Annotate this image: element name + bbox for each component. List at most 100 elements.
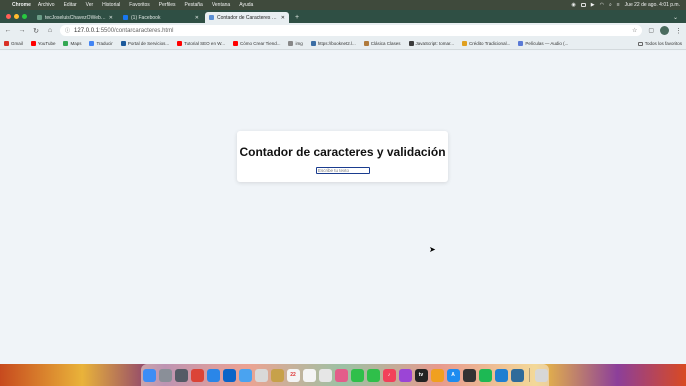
outlook-icon[interactable] bbox=[222, 368, 236, 382]
new-tab-icon[interactable]: + bbox=[295, 14, 299, 21]
freeform-icon[interactable] bbox=[318, 368, 332, 382]
photos-icon[interactable] bbox=[334, 368, 348, 382]
bookmark-traducir[interactable]: Traducir bbox=[89, 41, 113, 46]
text-input[interactable] bbox=[316, 167, 370, 174]
bookmark-label: Clásica Clases bbox=[370, 41, 401, 46]
messages-icon[interactable] bbox=[366, 368, 380, 382]
mouse-cursor-icon: ➤ bbox=[429, 245, 436, 254]
app-grid-icon[interactable] bbox=[174, 368, 188, 382]
bookmark-label: JavaScript: tomar... bbox=[415, 41, 455, 46]
apple-tv-icon[interactable]: tv bbox=[414, 368, 428, 382]
bookmark-maps[interactable]: Maps bbox=[63, 41, 81, 46]
bookmark-portal[interactable]: Portal de Servicios... bbox=[120, 41, 170, 46]
youtube-icon bbox=[232, 41, 238, 46]
all-bookmarks-label: Todos los favoritos bbox=[644, 41, 682, 46]
dock-separator bbox=[528, 368, 530, 382]
reminders-icon[interactable] bbox=[302, 368, 316, 382]
calendar-icon[interactable]: 22 bbox=[286, 368, 300, 382]
tab-search-icon[interactable]: ⌄ bbox=[673, 14, 678, 21]
bookmark-label: Gmail bbox=[11, 41, 23, 46]
bookmark-label: img bbox=[295, 41, 303, 46]
safari-icon[interactable] bbox=[206, 368, 220, 382]
tab-contador[interactable]: Contador de Caracteres y Va... ✕ bbox=[205, 12, 289, 23]
menu-ventana[interactable]: Ventana bbox=[212, 2, 230, 8]
bookmark-label: Portal de Servicios... bbox=[127, 41, 170, 46]
menu-ayuda[interactable]: Ayuda bbox=[239, 2, 253, 8]
reload-icon[interactable]: ↻ bbox=[32, 27, 40, 35]
maps-icon bbox=[63, 41, 69, 46]
menu-favoritos[interactable]: Favoritos bbox=[129, 2, 150, 8]
close-tab-icon[interactable]: ✕ bbox=[109, 15, 113, 21]
close-tab-icon[interactable]: ✕ bbox=[281, 15, 285, 21]
menu-editar[interactable]: Editar bbox=[64, 2, 77, 8]
page-title: Contador de caracteres y validación bbox=[239, 145, 446, 159]
calculator-icon[interactable] bbox=[462, 368, 476, 382]
bookmark-javascript[interactable]: JavaScript: tomar... bbox=[408, 41, 455, 46]
zoom-window-button[interactable] bbox=[22, 14, 27, 19]
menu-app-name[interactable]: Chrome bbox=[12, 2, 31, 8]
bookmark-youtube[interactable]: YouTube bbox=[30, 41, 56, 46]
system-monitor-icon[interactable] bbox=[510, 368, 524, 382]
home-icon[interactable]: ⌂ bbox=[46, 27, 54, 34]
counter-card: Contador de caracteres y validación bbox=[237, 131, 448, 182]
search-icon[interactable]: ⌕ bbox=[609, 2, 612, 8]
bookmark-img[interactable]: img bbox=[288, 41, 303, 46]
extensions-icon[interactable]: ▢ bbox=[648, 27, 654, 34]
notes-folder-icon[interactable] bbox=[254, 368, 268, 382]
address-bar[interactable]: ⓘ 127.0.0.1:5500/contarcaracteres.html ☆ bbox=[60, 25, 643, 36]
chrome-icon[interactable] bbox=[190, 368, 204, 382]
more-menu-icon[interactable]: ⋮ bbox=[675, 27, 682, 35]
app-store-icon[interactable]: A bbox=[446, 368, 460, 382]
bookmark-label: https://booknet2.l... bbox=[317, 41, 356, 46]
all-bookmarks[interactable]: Todos los favoritos bbox=[637, 41, 682, 46]
wifi-icon[interactable]: ◠ bbox=[600, 2, 604, 8]
control-center-icon[interactable]: ≡ bbox=[617, 2, 620, 8]
site-icon bbox=[408, 41, 414, 46]
menu-archivo[interactable]: Archivo bbox=[38, 2, 55, 8]
url-path: :5500/contarcaracteres.html bbox=[99, 27, 174, 34]
tab-github[interactable]: tecJoseluisChavezOWeb — D... ✕ bbox=[33, 12, 117, 23]
mail-icon[interactable] bbox=[238, 368, 252, 382]
forward-icon[interactable]: → bbox=[18, 27, 26, 34]
facetime-icon[interactable] bbox=[350, 368, 364, 382]
bookmark-star-icon[interactable]: ☆ bbox=[632, 27, 637, 34]
stickies-icon[interactable] bbox=[270, 368, 284, 382]
menu-perfiles[interactable]: Perfiles bbox=[159, 2, 176, 8]
close-tab-icon[interactable]: ✕ bbox=[195, 15, 199, 21]
youtube-icon bbox=[177, 41, 183, 46]
launchpad-icon[interactable] bbox=[158, 368, 172, 382]
screen-record-icon[interactable]: ◉ bbox=[571, 2, 575, 8]
folder-icon bbox=[637, 41, 643, 46]
bookmark-gmail[interactable]: Gmail bbox=[4, 41, 23, 46]
minimize-window-button[interactable] bbox=[14, 14, 19, 19]
bookmark-peliculas[interactable]: Películas — Audio (... bbox=[518, 41, 568, 46]
music-icon[interactable]: ♪ bbox=[382, 368, 396, 382]
bookmark-crear-tienda[interactable]: Cómo Crear Tiend... bbox=[232, 41, 280, 46]
tab-favicon-icon bbox=[209, 15, 214, 20]
play-icon[interactable]: ▶ bbox=[591, 2, 595, 8]
bookmark-credito[interactable]: Crédito Tradicional... bbox=[462, 41, 510, 46]
tab-facebook[interactable]: (1) Facebook ✕ bbox=[119, 12, 203, 23]
url-host: 127.0.0.1 bbox=[74, 27, 100, 34]
menu-historial[interactable]: Historial bbox=[102, 2, 120, 8]
image-icon bbox=[288, 41, 294, 46]
menu-ver[interactable]: Ver bbox=[86, 2, 94, 8]
podcasts-icon[interactable] bbox=[398, 368, 412, 382]
trash-icon[interactable] bbox=[534, 368, 548, 382]
menu-datetime[interactable]: Jue 22 de ago. 4:01 p.m. bbox=[625, 2, 680, 8]
bookmark-tutorial-seo[interactable]: Tutorial SEO en W... bbox=[177, 41, 225, 46]
vscode-icon[interactable] bbox=[494, 368, 508, 382]
display-icon[interactable] bbox=[580, 3, 586, 7]
spotify-icon[interactable] bbox=[478, 368, 492, 382]
profile-avatar[interactable] bbox=[660, 26, 669, 35]
menu-pestana[interactable]: Pestaña bbox=[184, 2, 202, 8]
bookmarks-bar: Gmail YouTube Maps Traducir Portal de Se… bbox=[0, 38, 686, 50]
keynote-icon[interactable] bbox=[430, 368, 444, 382]
back-icon[interactable]: ← bbox=[4, 27, 12, 34]
bookmark-booknet[interactable]: https://booknet2.l... bbox=[310, 41, 356, 46]
finder-icon[interactable] bbox=[142, 368, 156, 382]
bookmark-clasica[interactable]: Clásica Clases bbox=[363, 41, 401, 46]
site-info-icon[interactable]: ⓘ bbox=[65, 27, 70, 34]
close-window-button[interactable] bbox=[6, 14, 11, 19]
bookmark-label: YouTube bbox=[37, 41, 56, 46]
